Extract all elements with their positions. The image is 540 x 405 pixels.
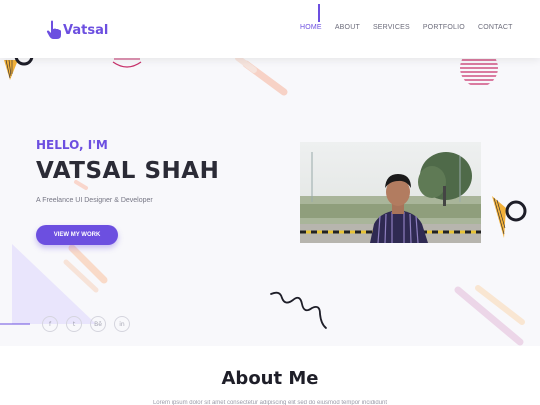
view-my-work-button[interactable]: VIEW MY WORK [36, 225, 118, 245]
behance-icon[interactable]: Bē [90, 316, 106, 332]
linkedin-icon[interactable]: in [114, 316, 130, 332]
about-text: Lorem ipsum dolor sit amet consectetur a… [152, 400, 388, 405]
hand-pointer-icon [46, 20, 61, 39]
nav-active-indicator [318, 4, 320, 22]
hero-name: VATSAL SHAH [36, 158, 220, 184]
social-links: f t Bē in [42, 316, 130, 332]
nav-item-home[interactable]: HOME [300, 24, 322, 31]
nav-item-about[interactable]: ABOUT [335, 24, 360, 31]
nav-item-services[interactable]: SERVICES [373, 24, 410, 31]
facebook-icon[interactable]: f [42, 316, 58, 332]
site-header: Vatsal HOME ABOUT SERVICES PORTFOLIO CON… [0, 0, 540, 58]
nav-item-contact[interactable]: CONTACT [478, 24, 513, 31]
brand-name: Vatsal [63, 22, 109, 38]
about-section-title: About Me [221, 368, 319, 389]
hero-section: HELLO, I'M VATSAL SHAH A Freelance UI De… [0, 58, 540, 346]
hero-greeting: HELLO, I'M [36, 138, 108, 152]
twitter-icon[interactable]: t [66, 316, 82, 332]
main-nav: HOME ABOUT SERVICES PORTFOLIO CONTACT [300, 24, 526, 31]
logo[interactable]: Vatsal [46, 20, 108, 40]
profile-photo [300, 142, 481, 243]
nav-item-portfolio[interactable]: PORTFOLIO [423, 24, 465, 31]
hero-tagline: A Freelance UI Designer & Developer [36, 197, 153, 204]
